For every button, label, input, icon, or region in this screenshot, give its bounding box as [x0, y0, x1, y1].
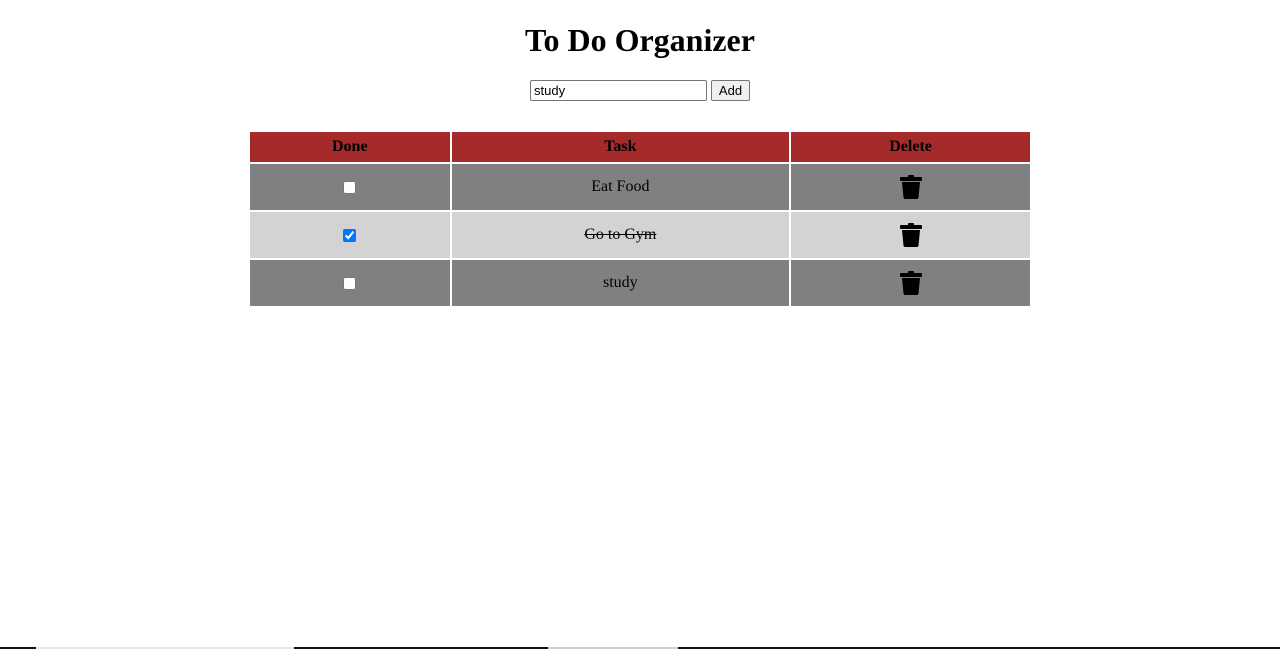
- done-checkbox[interactable]: [343, 228, 357, 242]
- delete-cell: [791, 260, 1030, 306]
- table-row: Eat Food: [250, 164, 1030, 210]
- task-input[interactable]: [530, 80, 707, 101]
- table-row: Go to Gym: [250, 212, 1030, 258]
- delete-cell: [791, 212, 1030, 258]
- done-checkbox[interactable]: [343, 276, 357, 290]
- task-label: Go to Gym: [584, 226, 657, 243]
- trash-icon[interactable]: [899, 175, 922, 199]
- table-header-row: Done Task Delete: [250, 132, 1030, 162]
- page-title: To Do Organizer: [525, 22, 755, 58]
- add-button[interactable]: Add: [711, 80, 750, 101]
- header-task: Task: [451, 132, 790, 162]
- done-cell: [250, 212, 450, 258]
- task-cell: Eat Food: [451, 164, 790, 210]
- task-label: Eat Food: [591, 178, 650, 195]
- done-cell: [250, 260, 450, 306]
- task-cell: study: [451, 260, 790, 306]
- add-task-form: Add: [0, 80, 1280, 101]
- table-row: study: [250, 260, 1030, 306]
- task-table: Done Task Delete Eat Food Go to Gym stud…: [248, 130, 1032, 308]
- trash-icon[interactable]: [899, 223, 922, 247]
- todo-page: To Do Organizer Add Done Task Delete Eat…: [0, 0, 1280, 649]
- done-cell: [250, 164, 450, 210]
- trash-icon[interactable]: [899, 271, 922, 295]
- task-label: study: [603, 274, 638, 291]
- delete-cell: [791, 164, 1030, 210]
- task-cell: Go to Gym: [451, 212, 790, 258]
- header-delete: Delete: [791, 132, 1030, 162]
- done-checkbox[interactable]: [343, 180, 357, 194]
- header-done: Done: [250, 132, 450, 162]
